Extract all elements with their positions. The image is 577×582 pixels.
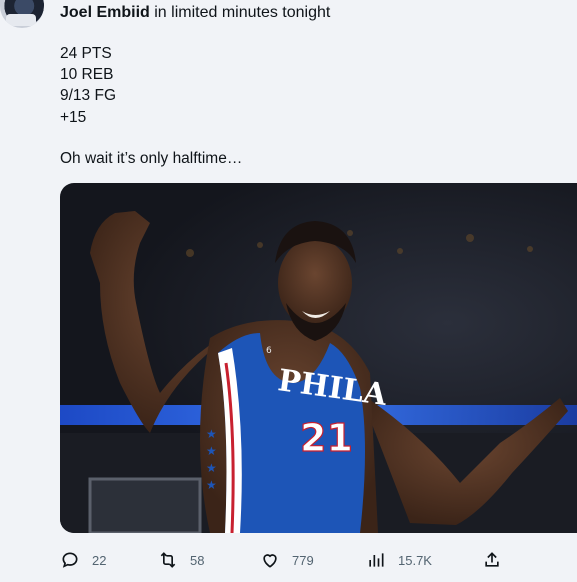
photo-illustration: ★★ ★★ PHILA 21 6 — [60, 211, 577, 533]
views-button[interactable]: 15.7K — [366, 548, 432, 572]
share-button[interactable] — [482, 548, 502, 572]
tweet-photo[interactable]: ★ ★ ★ ★ PHILA 21 6 — [60, 183, 577, 533]
like-count: 779 — [292, 552, 314, 568]
stat-line: 24 PTS — [60, 45, 112, 62]
heart-icon — [263, 554, 277, 568]
views-count: 15.7K — [398, 552, 432, 568]
svg-text:★: ★ — [206, 461, 217, 475]
reply-count: 22 — [92, 552, 107, 568]
svg-text:★: ★ — [206, 427, 217, 441]
author-name[interactable]: Joel Embiid — [60, 4, 150, 21]
header-text: in limited minutes tonight — [154, 4, 331, 21]
reply-icon — [62, 552, 78, 568]
stat-line: +15 — [60, 109, 87, 126]
like-button[interactable]: 779 — [260, 548, 314, 572]
tweet-actions: 22 58 779 15.7K — [60, 548, 510, 572]
jersey-number: 21 — [300, 416, 353, 460]
jersey-patch-number: 6 — [266, 346, 272, 356]
retweet-icon — [160, 552, 176, 568]
retweet-button[interactable]: 58 — [158, 548, 204, 572]
retweet-count: 58 — [190, 552, 205, 568]
avatar[interactable] — [0, 0, 44, 28]
svg-text:★: ★ — [206, 444, 217, 458]
svg-text:★: ★ — [206, 478, 217, 492]
tweet-closing-text: Oh wait it’s only halftime… — [60, 150, 243, 167]
stat-line: 9/13 FG — [60, 87, 116, 104]
views-icon — [369, 553, 384, 567]
share-icon — [485, 552, 499, 567]
stat-line: 10 REB — [60, 66, 114, 83]
tweet-header: Joel Embiid in limited minutes tonight — [60, 4, 330, 22]
reply-button[interactable]: 22 — [60, 548, 106, 572]
